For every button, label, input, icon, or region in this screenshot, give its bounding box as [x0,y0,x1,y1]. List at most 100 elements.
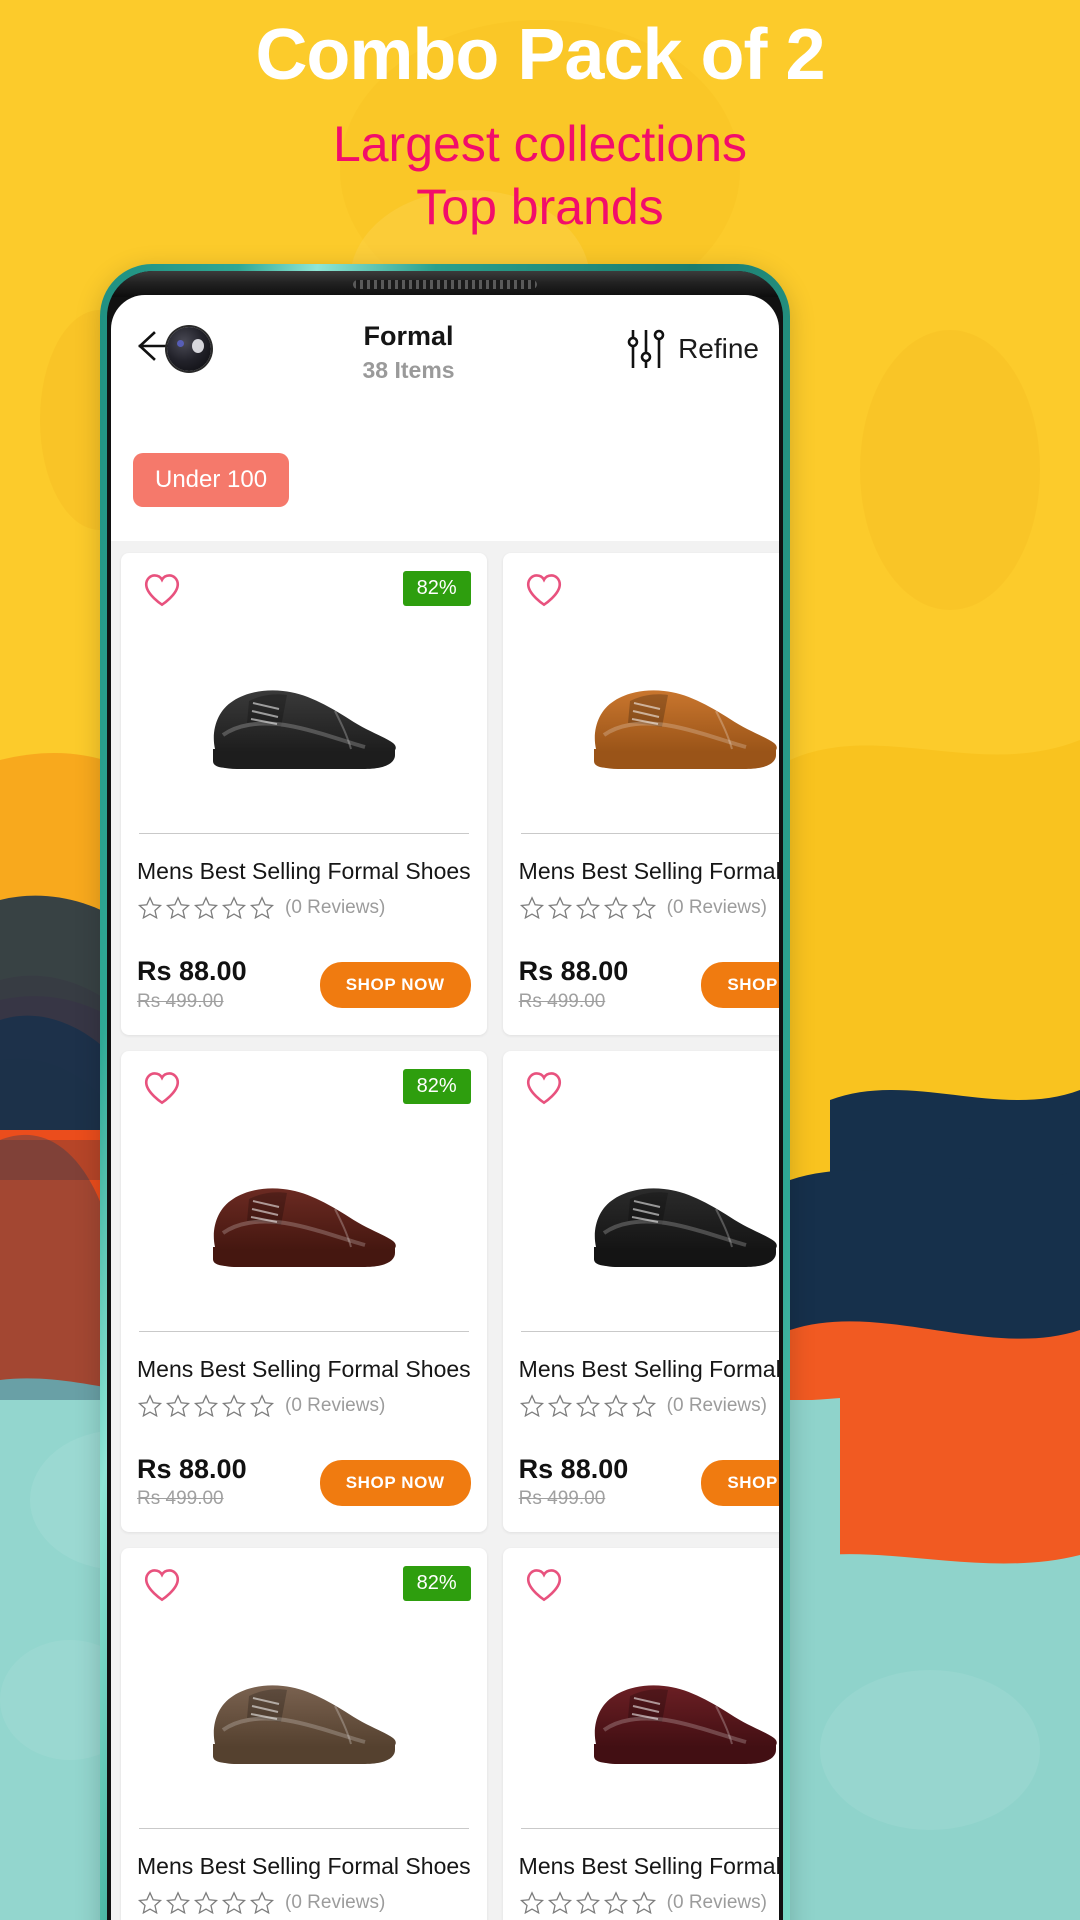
shop-now-button[interactable]: SHOP NOW [319,961,471,1008]
promo-poster: Combo Pack of 2 Largest collections Top … [0,0,1080,1920]
star-rating [137,895,275,921]
wishlist-button[interactable] [525,573,563,612]
card-top-row: 82% [519,1566,779,1622]
star-icon [631,896,656,920]
product-card-1[interactable]: 82% Mens Best Selling Formal Shoes (0 Re… [121,553,487,1035]
refine-label: Refine [678,333,759,364]
earpiece-speaker [353,280,537,289]
rating-row: (0 Reviews) [137,1393,471,1419]
wishlist-button[interactable] [143,573,181,612]
wishlist-button[interactable] [525,1568,563,1607]
poster-headline-block: Combo Pack of 2 Largest collections Top … [0,0,1080,238]
card-divider [139,1828,469,1830]
filter-chips-row: Under 100 [111,411,779,541]
price-row: Rs 88.00 Rs 499.00 SHOP NOW [518,956,779,1013]
product-card-5[interactable]: 82% Mens Best Selling Formal Shoes (0 Re… [121,1548,487,1920]
product-title: Mens Best Selling Formal Shoes [518,858,779,884]
shop-now-button[interactable]: SHOP NOW [701,1459,779,1506]
product-card-6[interactable]: 82% [502,1548,779,1920]
star-icon [603,1393,628,1417]
current-price: Rs 88.00 [518,956,629,986]
star-icon [519,896,544,920]
star-icon [575,1393,600,1417]
product-image [519,1614,779,1804]
product-card-2[interactable]: 82% [502,553,779,1035]
star-icon [547,1891,572,1915]
refine-button[interactable]: Refine [626,321,761,371]
star-icon [575,1891,600,1915]
star-icon [193,1891,219,1915]
star-icon [575,896,600,920]
product-title: Mens Best Selling Formal Shoes [137,1355,471,1382]
star-rating [519,895,657,921]
star-icon [137,1393,163,1417]
star-icon [193,896,219,920]
card-top-row: 82% [137,1566,471,1622]
card-divider [520,833,779,834]
review-count: (0 Reviews) [285,1394,386,1416]
rating-row: (0 Reviews) [519,1393,779,1419]
sliders-icon [627,329,665,368]
discount-badge: 82% [402,571,471,606]
current-price: Rs 88.00 [137,1453,247,1484]
phone-mockup: Formal 38 Items Refine Under 100 82% Men… [100,264,790,1920]
heart-icon [526,1071,561,1104]
price-block: Rs 88.00 Rs 499.00 [137,956,247,1013]
dress-shoe-icon [594,690,778,769]
star-icon [249,1393,275,1417]
star-icon [165,1393,191,1417]
card-divider [139,833,469,834]
star-icon [249,1891,275,1915]
star-icon [603,896,628,920]
wishlist-button[interactable] [143,1568,181,1607]
discount-badge: 82% [402,1566,471,1602]
star-rating [519,1393,657,1419]
card-divider [520,1828,779,1830]
price-block: Rs 88.00 Rs 499.00 [518,956,629,1013]
star-icon [137,1891,163,1915]
product-image [519,1117,779,1307]
original-price: Rs 499.00 [137,990,224,1012]
heart-icon [526,1569,561,1602]
star-icon [221,1891,247,1915]
star-icon [519,1891,544,1915]
filter-chip-under-100[interactable]: Under 100 [133,453,290,507]
product-title: Mens Best Selling Formal Shoes [518,1853,779,1880]
wishlist-button[interactable] [143,1071,181,1110]
star-rating [137,1393,275,1419]
header-title-block: Formal 38 Items [187,321,626,384]
product-title: Mens Best Selling Formal Shoes [137,858,471,884]
review-count: (0 Reviews) [666,1394,767,1416]
star-rating [519,1890,657,1916]
review-count: (0 Reviews) [666,1892,767,1914]
star-icon [249,896,275,920]
original-price: Rs 499.00 [518,1488,606,1510]
star-rating [137,1890,275,1916]
shop-now-button[interactable]: SHOP NOW [319,1459,471,1506]
price-row: Rs 88.00 Rs 499.00 SHOP NOW [518,1454,779,1511]
star-icon [547,1393,572,1417]
star-icon [137,896,163,920]
star-icon [165,1891,191,1915]
card-top-row: 82% [519,1069,779,1125]
poster-subline-1: Largest collections [332,116,748,173]
product-card-3[interactable]: 82% Mens Best Selling Formal Shoes (0 Re… [121,1050,487,1533]
product-image [519,619,779,809]
original-price: Rs 499.00 [518,990,606,1012]
wishlist-button[interactable] [525,1071,563,1110]
star-icon [631,1393,656,1417]
heart-icon [144,1569,180,1602]
item-count: 38 Items [362,357,455,384]
current-price: Rs 88.00 [137,956,247,986]
front-camera-icon [167,327,211,371]
product-card-4[interactable]: 82% [502,1050,779,1533]
product-grid: 82% Mens Best Selling Formal Shoes (0 Re… [121,553,779,1920]
price-row: Rs 88.00 Rs 499.00 SHOP NOW [137,956,471,1013]
shop-now-button[interactable]: SHOP NOW [701,961,779,1008]
product-image [137,619,471,809]
star-icon [603,1891,628,1915]
page-title: Formal [363,321,454,351]
product-image [137,1614,471,1804]
rating-row: (0 Reviews) [519,1890,779,1916]
product-image [137,1117,471,1307]
